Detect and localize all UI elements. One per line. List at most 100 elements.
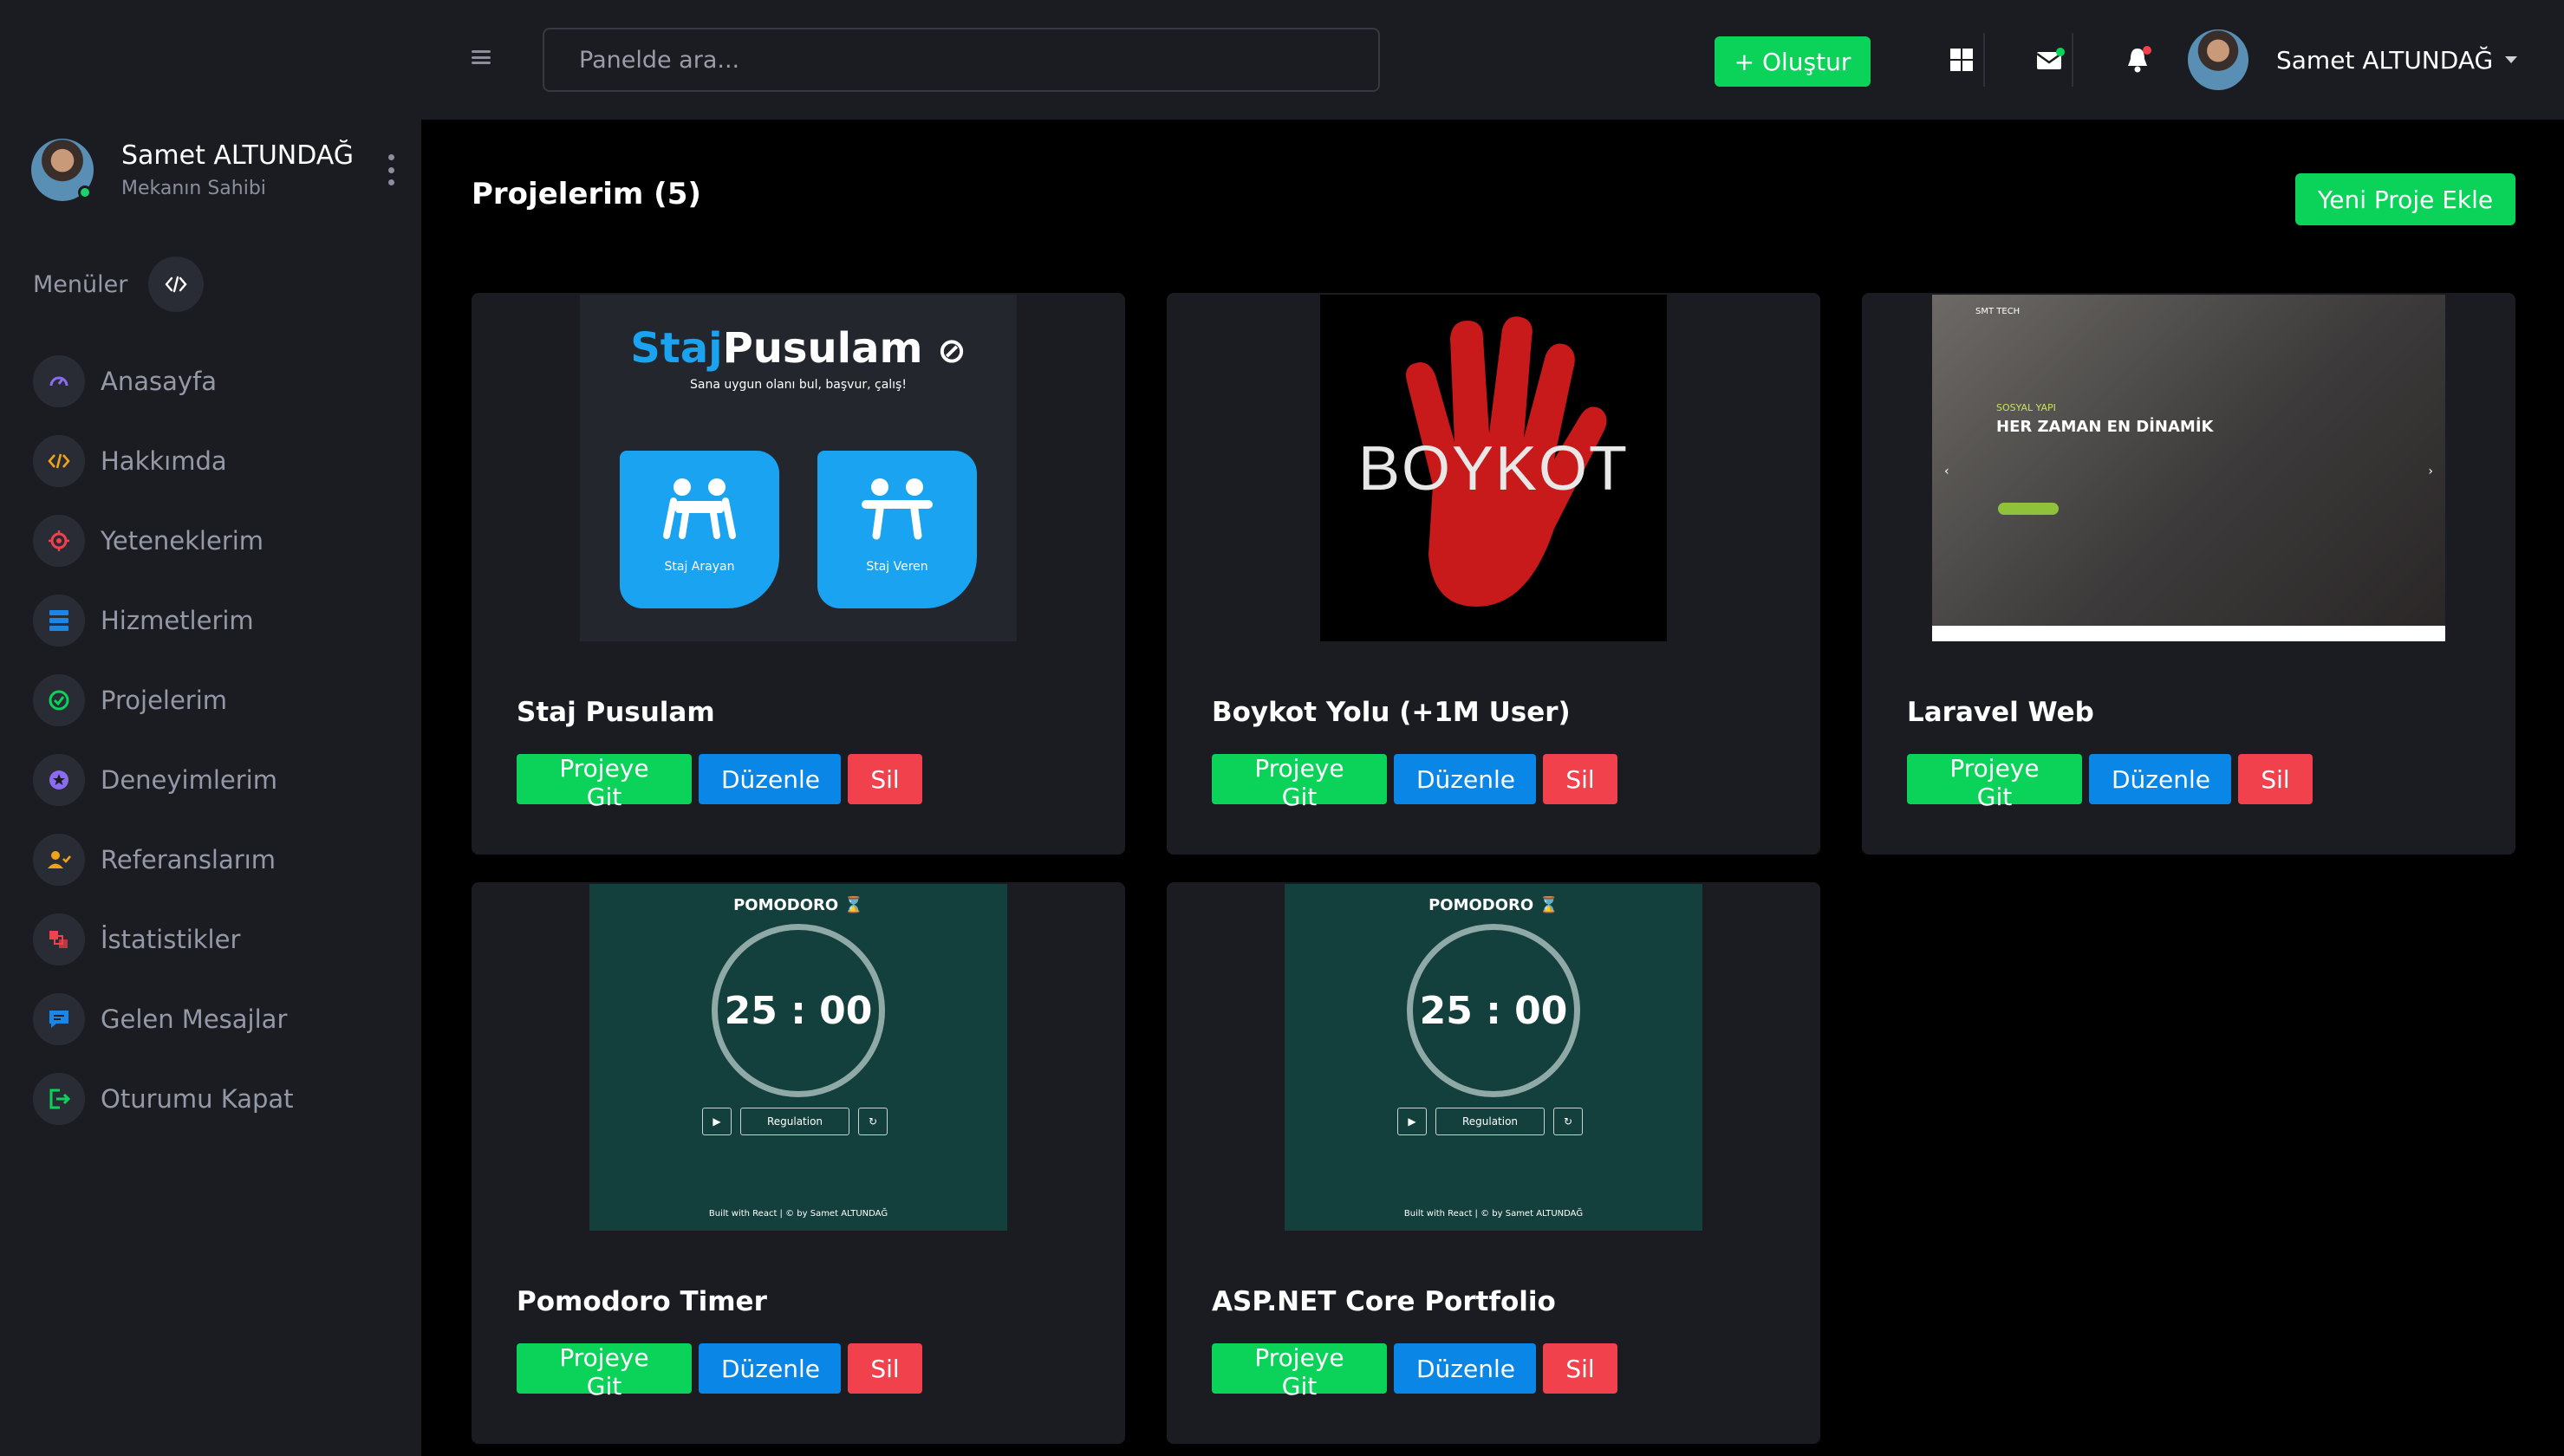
play-icon: ▶ — [702, 1108, 732, 1135]
sidebar-item-deneyimlerim[interactable]: Deneyimlerim — [33, 754, 294, 806]
go-to-project-button[interactable]: Projeye Git — [1907, 754, 2082, 811]
sidebar-item-referanslarim[interactable]: Referanslarım — [33, 834, 294, 886]
delete-project-button[interactable]: Sil — [848, 754, 922, 804]
thumbnail-footer: Built with React | © by Samet ALTUNDAĞ — [708, 1209, 888, 1219]
code-toggle-icon[interactable] — [148, 257, 205, 312]
thumbnail-logo: SMT TECH — [1975, 307, 2021, 316]
topbar-divider — [2072, 33, 2073, 87]
project-card: StajPusulam ⊘ Sana uygun olanı bul, başv… — [472, 293, 1125, 855]
notification-bell-icon[interactable] — [2117, 38, 2160, 81]
sidebar-item-label: Oturumu Kapat — [101, 1084, 294, 1114]
sidebar-item-istatistikler[interactable]: İstatistikler — [33, 913, 294, 965]
delete-project-button[interactable]: Sil — [2238, 754, 2313, 804]
sidebar-item-gelen-mesajlar[interactable]: Gelen Mesajlar — [33, 993, 294, 1045]
sidebar-item-projelerim[interactable]: Projelerim — [33, 674, 294, 726]
mail-icon[interactable] — [2028, 38, 2072, 81]
main-content: Projelerim (5) Yeni Proje Ekle StajPusul… — [421, 120, 2564, 1456]
project-card: SMT TECH SOSYAL YAPI HER ZAMAN EN DİNAMİ… — [1862, 293, 2515, 855]
project-title: Pomodoro Timer — [517, 1286, 767, 1317]
more-options-icon[interactable] — [387, 154, 395, 185]
project-card: POMODORO ⌛ 25 : 00 ▶ Regulation ↻ Built … — [472, 882, 1125, 1444]
thumbnail-footer: Built with React | © by Samet ALTUNDAĞ — [1403, 1209, 1584, 1219]
project-card: POMODORO ⌛ 25 : 00 ▶ Regulation ↻ Built … — [1167, 882, 1820, 1444]
sidebar: Samet ALTUNDAĞ Mekanın Sahibi Menüler An… — [0, 0, 421, 1456]
sidebar-item-label: Projelerim — [101, 686, 228, 715]
go-to-project-button[interactable]: Projeye Git — [1212, 1343, 1387, 1401]
sidebar-item-label: Deneyimlerim — [101, 765, 277, 795]
avatar — [2188, 29, 2248, 90]
avatar[interactable] — [31, 139, 94, 201]
timer-controls: ▶ Regulation ↻ — [1397, 1108, 1583, 1135]
sidebar-item-yeteneklerim[interactable]: Yeteneklerim — [33, 515, 294, 567]
thumbnail-kicker: SOSYAL YAPI — [1996, 402, 2056, 413]
user-menu[interactable]: Samet ALTUNDAĞ — [2188, 29, 2518, 90]
sidebar-item-label: Anasayfa — [101, 367, 218, 396]
tile-label: Staj Veren — [866, 560, 928, 574]
thumbnail-word: BOYKOT — [1357, 434, 1630, 504]
thumbnail-tile: Staj Arayan — [620, 451, 779, 608]
delete-project-button[interactable]: Sil — [1543, 754, 1617, 804]
chevron-left-icon: ‹ — [1944, 465, 1949, 478]
reset-icon: ↻ — [858, 1108, 888, 1135]
delete-project-button[interactable]: Sil — [1543, 1343, 1617, 1394]
thumbnail-subtitle: Sana uygun olanı bul, başvur, çalış! — [690, 378, 907, 392]
menu-header: Menüler — [33, 257, 205, 312]
project-title: Laravel Web — [1907, 697, 2094, 728]
thumbnail-cta — [1998, 503, 2059, 515]
search-input[interactable] — [543, 28, 1380, 92]
sidebar-item-label: Hizmetlerim — [101, 606, 254, 635]
mode-label: Regulation — [1435, 1108, 1545, 1135]
user-check-icon — [33, 834, 85, 886]
menu-label: Menüler — [33, 270, 128, 298]
edit-project-button[interactable]: Düzenle — [699, 1343, 841, 1394]
project-thumbnail: SMT TECH SOSYAL YAPI HER ZAMAN EN DİNAMİ… — [1862, 295, 2515, 641]
chevron-right-icon: › — [2428, 465, 2433, 478]
sidebar-item-hakkimda[interactable]: Hakkımda — [33, 435, 294, 487]
message-icon — [33, 993, 85, 1045]
page-title: Projelerim (5) — [472, 177, 701, 211]
timer-controls: ▶ Regulation ↻ — [702, 1108, 888, 1135]
project-actions: Projeye Git Düzenle Sil — [517, 754, 922, 811]
chevron-down-icon — [2505, 56, 2518, 63]
go-to-project-button[interactable]: Projeye Git — [517, 754, 692, 811]
thumbnail-footer-bar — [1932, 626, 2445, 641]
timer-display: 25 : 00 — [1407, 924, 1580, 1097]
sidebar-item-label: Yeteneklerim — [101, 526, 264, 556]
tile-label: Staj Arayan — [664, 560, 735, 574]
project-card: BOYKOT Boykot Yolu (+1M User) Projeye Gi… — [1167, 293, 1820, 855]
mode-label: Regulation — [740, 1108, 849, 1135]
go-to-project-button[interactable]: Projeye Git — [1212, 754, 1387, 811]
reset-icon: ↻ — [1553, 1108, 1583, 1135]
check-circle-icon — [33, 674, 85, 726]
compass-icon: ⊘ — [937, 331, 966, 371]
dashboard-icon — [33, 355, 85, 407]
edit-project-button[interactable]: Düzenle — [1394, 1343, 1536, 1394]
handshake-icon — [862, 478, 933, 540]
project-title: Staj Pusulam — [517, 697, 715, 728]
add-project-button[interactable]: Yeni Proje Ekle — [2295, 173, 2515, 225]
sidebar-item-anasayfa[interactable]: Anasayfa — [33, 355, 294, 407]
project-title: Boykot Yolu (+1M User) — [1212, 697, 1571, 728]
edit-project-button[interactable]: Düzenle — [699, 754, 841, 804]
project-thumbnail: StajPusulam ⊘ Sana uygun olanı bul, başv… — [472, 295, 1125, 641]
user-menu-name: Samet ALTUNDAĞ — [2276, 45, 2494, 75]
sidebar-item-hizmetlerim[interactable]: Hizmetlerim — [33, 595, 294, 647]
edit-project-button[interactable]: Düzenle — [2089, 754, 2231, 804]
go-to-project-button[interactable]: Projeye Git — [517, 1343, 692, 1401]
thumbnail-tile: Staj Veren — [817, 451, 977, 608]
sidebar-nav: Anasayfa Hakkımda Yeteneklerim Hizmetler… — [33, 355, 294, 1153]
sidebar-item-label: Referanslarım — [101, 845, 276, 874]
project-thumbnail: POMODORO ⌛ 25 : 00 ▶ Regulation ↻ Built … — [472, 884, 1125, 1231]
apps-grid-icon[interactable] — [1940, 38, 1983, 81]
create-button[interactable]: + Oluştur — [1715, 36, 1871, 87]
sidebar-item-oturumu-kapat[interactable]: Oturumu Kapat — [33, 1073, 294, 1125]
project-title: ASP.NET Core Portfolio — [1212, 1286, 1556, 1317]
edit-project-button[interactable]: Düzenle — [1394, 754, 1536, 804]
target-icon — [33, 515, 85, 567]
thumbnail-headline: HER ZAMAN EN DİNAMİK — [1996, 418, 2214, 436]
hamburger-menu-icon[interactable] — [472, 50, 491, 64]
thumbnail-title: POMODORO ⌛ — [1428, 896, 1559, 914]
delete-project-button[interactable]: Sil — [848, 1343, 922, 1394]
profile-role: Mekanın Sahibi — [121, 178, 266, 199]
project-actions: Projeye Git Düzenle Sil — [1907, 754, 2313, 811]
